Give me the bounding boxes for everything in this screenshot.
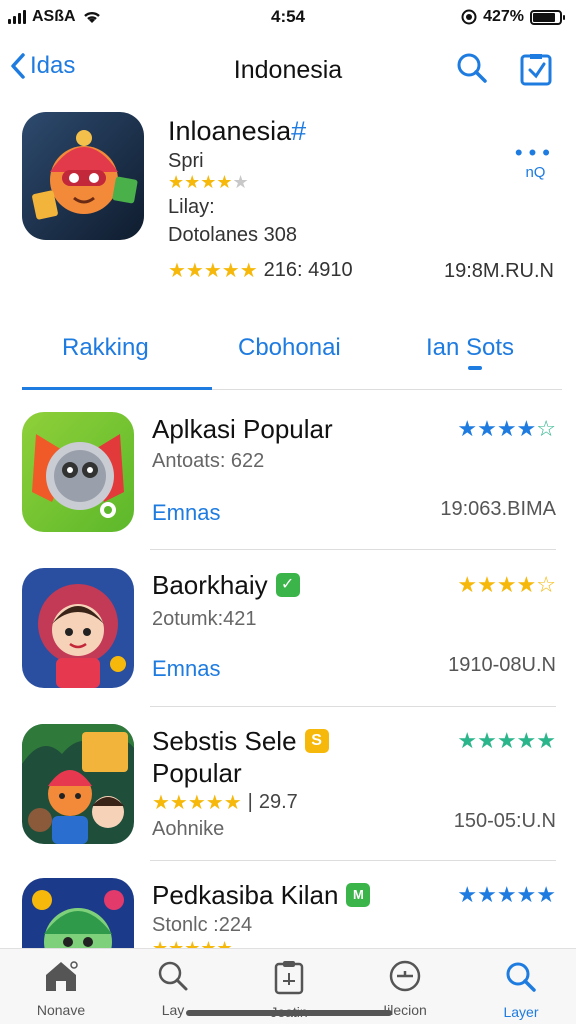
divider — [150, 706, 556, 707]
featured-app-rating-stars: ★★★★★ — [168, 172, 249, 192]
tab-dot-indicator — [468, 366, 482, 370]
list-item[interactable]: Pedkasiba Kilan M ★★★★★ Stonlc :224 ★★★★… — [22, 878, 556, 948]
navigation-bar: Idas Indonesia — [0, 44, 576, 94]
search-button[interactable] — [454, 50, 490, 91]
location-icon — [461, 9, 477, 25]
app-rating-stars: ★★★★☆ — [457, 572, 556, 597]
app-rating-stars: ★★★★★ — [457, 882, 556, 907]
app-title-text: Pedkasiba Kilan — [152, 880, 339, 910]
app-date: 1910-08U.N — [448, 654, 556, 676]
list-item[interactable]: Sebstis Sele S Popular ★★★★★ ★★★★★ | 29.… — [22, 724, 556, 874]
list-item[interactable]: Baorkhaiy ✓ ★★★★☆ 2otumk:421 Emnas 1910-… — [22, 568, 556, 718]
app-title-text: Sebstis Sele — [152, 726, 297, 756]
app-rating-stars-small: ★★★★★ — [152, 938, 233, 948]
app-icon — [22, 878, 134, 948]
battery-icon — [530, 9, 565, 25]
featured-app-rating-stars-large: ★★★★★ — [168, 260, 258, 282]
app-meta: Stonlc :224 — [152, 914, 253, 936]
app-rating-stars-small: ★★★★★ — [152, 792, 242, 814]
tab-category[interactable]: Cbohonai — [238, 334, 341, 362]
status-bar: ASßA 4:54 427% — [0, 0, 576, 36]
plus-circle-icon — [389, 960, 421, 992]
home-indicator — [186, 1010, 392, 1016]
tab-bar-item-home[interactable]: Nonave — [16, 959, 106, 1018]
search-icon — [457, 53, 487, 83]
tab-bar-item-search-active[interactable]: Layer — [476, 959, 566, 1020]
tab-bar-label: Nonave — [36, 1002, 86, 1018]
more-options-button[interactable]: ••• nQ — [515, 140, 556, 181]
featured-app-date: 19:8M.RU.N — [443, 260, 554, 282]
search-icon — [506, 962, 536, 992]
clipboard-icon — [274, 961, 304, 995]
featured-app-name: Inloanesia# — [168, 116, 306, 147]
tab-sorts[interactable]: Ian Sots — [426, 334, 514, 362]
star-badge-icon: S — [304, 729, 329, 753]
verified-badge-icon: M — [346, 883, 371, 907]
app-title: Pedkasiba Kilan M — [152, 880, 371, 910]
app-rating-row: ★★★★★ | 29.7 — [152, 790, 298, 815]
ellipsis-icon: ••• — [514, 140, 556, 165]
share-icon — [520, 54, 552, 86]
divider — [150, 860, 556, 861]
featured-app-subtitle: Spri — [168, 150, 204, 172]
app-title: Aplkasi Popular — [152, 414, 333, 444]
app-rating-stars: ★★★★☆ — [457, 416, 556, 441]
list-item[interactable]: Aplkasi Popular ★★★★☆ Antoats: 622 Emnas… — [22, 412, 556, 562]
app-icon — [22, 568, 134, 688]
verified-badge-icon: ✓ — [275, 573, 300, 597]
app-icon — [22, 412, 134, 532]
featured-app-info-line: Lilay: — [168, 196, 215, 218]
tab-bar-label: Layer — [503, 1004, 539, 1020]
app-rating-text: 29.7 — [258, 791, 298, 813]
app-date: 150-05:U.N — [453, 810, 556, 832]
status-right: 427% — [461, 8, 565, 26]
app-action-link[interactable]: Emnas — [152, 500, 220, 526]
home-icon — [46, 961, 78, 991]
divider — [150, 549, 556, 550]
featured-app-name-accent: # — [291, 116, 307, 146]
app-rating-separator: | — [247, 791, 253, 813]
featured-app-rating-row: ★★★★★ 216: 4910 — [168, 258, 353, 283]
bottom-tab-bar: Nonave Lay Jeatin Iilecion Layer — [0, 948, 576, 1024]
app-meta: Aohnike — [152, 818, 225, 840]
app-title-text: Aplkasi Popular — [152, 414, 333, 444]
app-title-text-2: Popular — [152, 758, 242, 788]
featured-app-rating-text: 216: 4910 — [263, 259, 353, 281]
app-date: 19:063.BIMA — [440, 498, 556, 520]
featured-app-name-text: Inloanesia — [168, 116, 292, 146]
app-action-link[interactable]: Emnas — [152, 656, 220, 682]
app-title-line2: Popular — [152, 758, 242, 788]
battery-percent: 427% — [483, 8, 524, 25]
app-icon — [22, 724, 134, 844]
app-title: Sebstis Sele S — [152, 726, 329, 756]
featured-app-icon — [22, 112, 144, 240]
search-icon — [158, 961, 188, 991]
app-meta: Antoats: 622 — [152, 450, 265, 472]
share-button[interactable] — [518, 48, 554, 93]
active-tab-indicator — [22, 387, 212, 390]
app-rating-stars: ★★★★★ — [457, 728, 556, 753]
app-title-text: Baorkhaiy — [152, 570, 268, 600]
featured-app-downloads: Dotolanes 308 — [168, 224, 297, 246]
more-options-label: nQ — [525, 164, 546, 181]
app-meta: 2otumk:421 — [152, 608, 257, 630]
featured-app[interactable]: Inloanesia# Spri ★★★★★ Lilay: Dotolanes … — [22, 112, 556, 292]
app-title: Baorkhaiy ✓ — [152, 570, 300, 600]
segmented-tabs: Rakking Cbohonai Ian Sots — [22, 320, 562, 390]
tab-ranking[interactable]: Rakking — [62, 334, 149, 362]
